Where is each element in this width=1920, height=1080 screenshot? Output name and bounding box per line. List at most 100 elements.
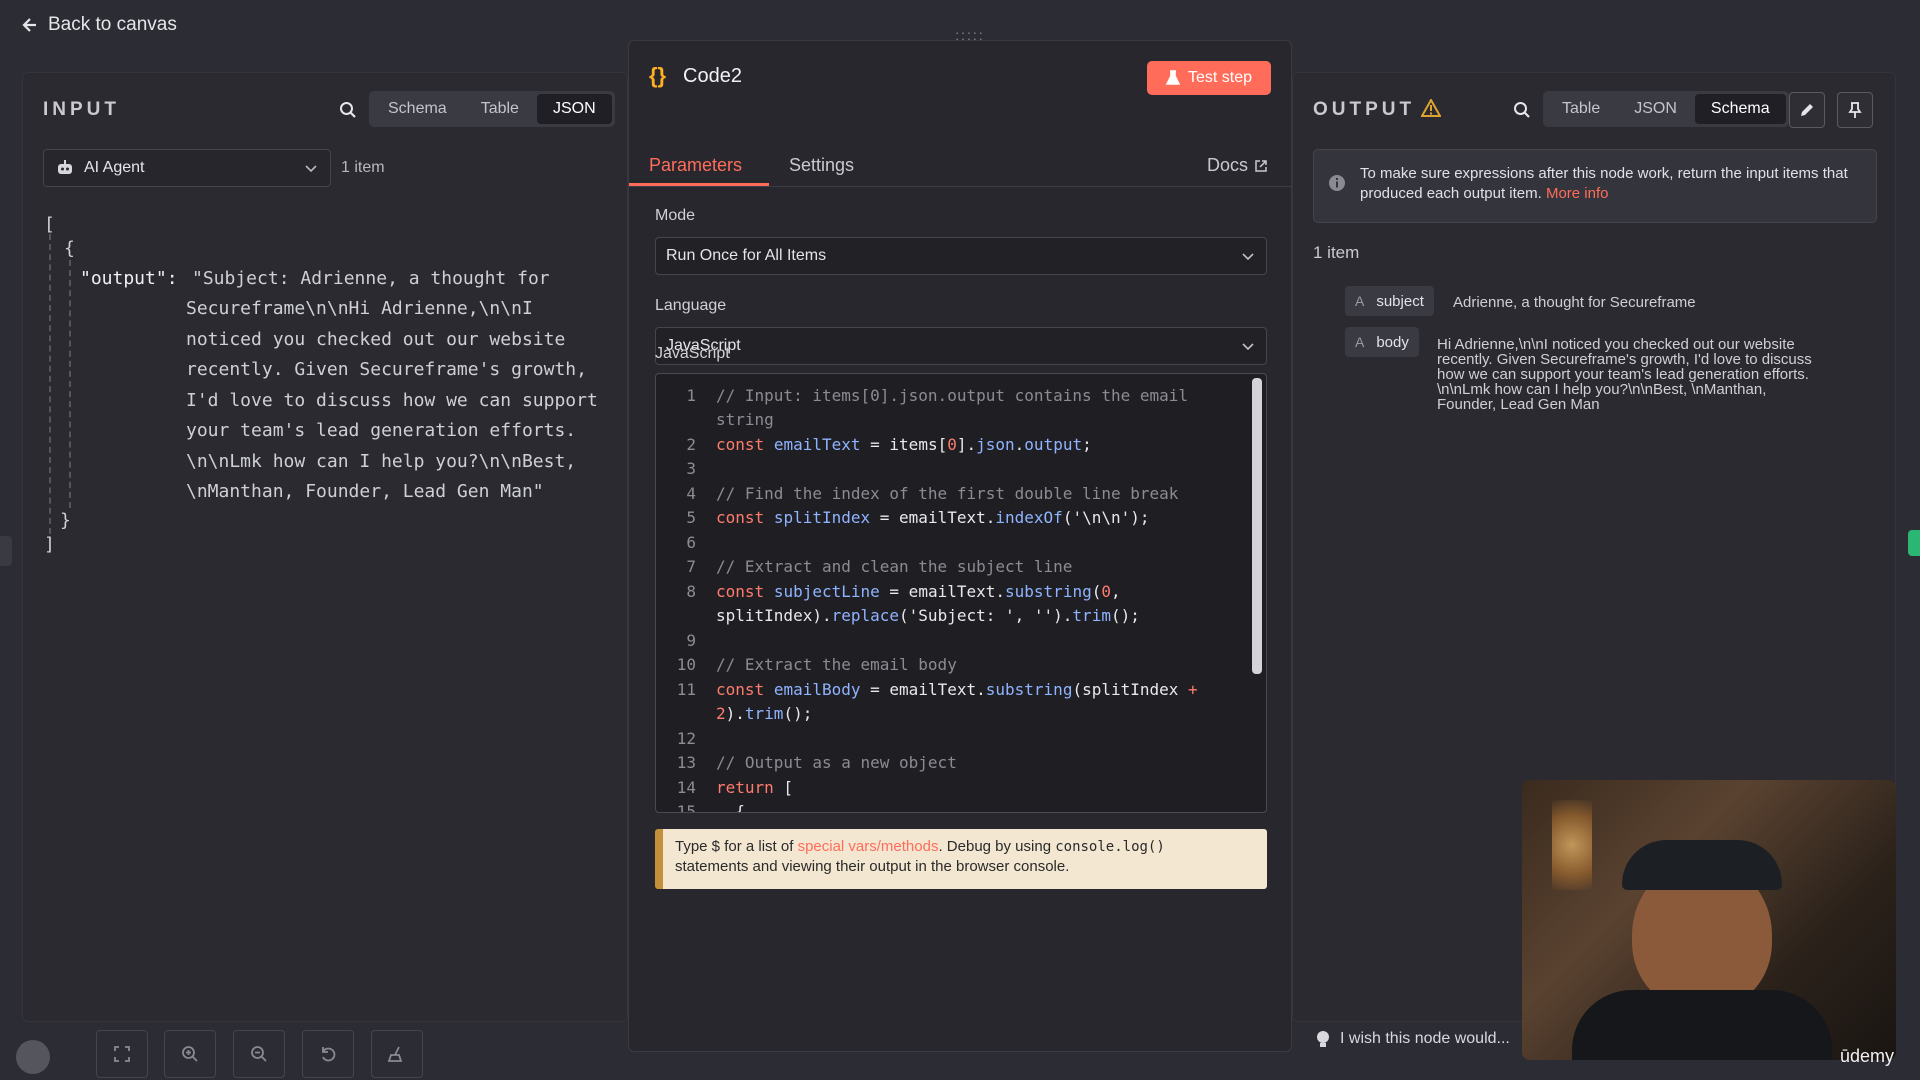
pencil-icon bbox=[1801, 104, 1813, 116]
broom-icon bbox=[387, 1046, 403, 1062]
code-line: return [ bbox=[716, 778, 794, 797]
input-title: INPUT bbox=[43, 99, 120, 120]
right-edge-handle[interactable] bbox=[1908, 530, 1920, 556]
back-to-canvas-link[interactable]: Back to canvas bbox=[20, 14, 177, 36]
external-link-icon bbox=[1255, 159, 1267, 172]
hint-code: console.log() bbox=[1055, 839, 1165, 855]
json-key: "output": bbox=[80, 268, 178, 289]
code-line: const emailText = items[0].json.output; bbox=[716, 435, 1092, 454]
node-tabs: Parameters Settings Docs bbox=[629, 145, 1291, 187]
node-name[interactable]: Code2 bbox=[683, 65, 742, 88]
line-number: 2 bbox=[686, 435, 696, 454]
field-value: Adrienne, a thought for Secureframe bbox=[1453, 294, 1696, 311]
search-icon[interactable] bbox=[333, 95, 363, 125]
code-line: const subjectLine = emailText.substring(… bbox=[716, 582, 1121, 601]
line-number: 6 bbox=[686, 533, 696, 552]
node-feedback-link[interactable]: I wish this node would... bbox=[1316, 1030, 1510, 1048]
field-value-line: recently. Given Secureframe's growth, I'… bbox=[1437, 351, 1812, 368]
input-tab-schema[interactable]: Schema bbox=[372, 94, 463, 124]
line-number: 8 bbox=[686, 582, 696, 601]
json-value-line: Secureframe\n\nHi Adrienne,\n\nI bbox=[186, 298, 533, 319]
json-bracket-close: ] bbox=[44, 534, 55, 555]
line-number: 7 bbox=[686, 557, 696, 576]
hint-text: . Debug by using bbox=[938, 838, 1056, 855]
docs-label: Docs bbox=[1207, 155, 1249, 175]
udemy-logo: ūdemy bbox=[1840, 1046, 1895, 1066]
input-tab-table[interactable]: Table bbox=[465, 94, 535, 124]
tab-settings[interactable]: Settings bbox=[789, 155, 854, 176]
input-source-value: AI Agent bbox=[84, 159, 145, 176]
edit-output-button[interactable] bbox=[1789, 92, 1825, 128]
test-step-button[interactable]: Test step bbox=[1147, 61, 1271, 95]
json-value-line: noticed you checked out our website bbox=[186, 329, 566, 350]
code-line: // Output as a new object bbox=[716, 753, 957, 772]
line-number: 15 bbox=[676, 802, 696, 813]
info-callout: To make sure expressions after this node… bbox=[1313, 149, 1877, 223]
flask-icon bbox=[1165, 70, 1180, 85]
presenter-shirt bbox=[1572, 990, 1832, 1060]
json-indent-guide bbox=[49, 234, 51, 534]
line-number: 13 bbox=[676, 753, 696, 772]
line-number: 3 bbox=[686, 459, 696, 478]
undo-icon bbox=[322, 1047, 336, 1062]
json-value-line: recently. Given Secureframe's growth, bbox=[186, 359, 587, 380]
active-tab-indicator bbox=[629, 183, 769, 186]
arrow-left-icon bbox=[22, 18, 36, 32]
hint-text: Type $ for a list of bbox=[675, 838, 798, 855]
output-view-switch: Table JSON Schema bbox=[1543, 91, 1789, 127]
zoom-in-button[interactable] bbox=[164, 1030, 216, 1078]
code-editor[interactable]: 1 2 3 4 5 6 7 8 9 10 11 12 13 14 15 // I… bbox=[655, 373, 1267, 813]
back-label: Back to canvas bbox=[48, 14, 177, 35]
zoom-out-button[interactable] bbox=[233, 1030, 285, 1078]
output-tab-json[interactable]: JSON bbox=[1618, 94, 1693, 124]
mode-select[interactable]: Run Once for All Items bbox=[655, 237, 1267, 275]
avatar[interactable] bbox=[16, 1040, 50, 1074]
json-value-line: "Subject: Adrienne, a thought for bbox=[192, 268, 550, 289]
line-number: 12 bbox=[676, 729, 696, 748]
line-number: 10 bbox=[676, 655, 696, 674]
node-editor-panel: {} Code2 Test step Parameters Settings D… bbox=[628, 40, 1292, 1052]
fit-view-button[interactable] bbox=[96, 1030, 148, 1078]
code-label: JavaScript bbox=[655, 345, 730, 362]
chevron-down-icon bbox=[1242, 343, 1254, 351]
line-number: 5 bbox=[686, 508, 696, 527]
chevron-down-icon bbox=[305, 165, 317, 173]
output-tab-table[interactable]: Table bbox=[1546, 94, 1616, 124]
code-line: // Extract and clean the subject line bbox=[716, 557, 1073, 576]
editor-scrollbar[interactable] bbox=[1252, 378, 1262, 674]
schema-field-body[interactable]: A body bbox=[1345, 327, 1419, 357]
code-node-icon: {} bbox=[649, 63, 667, 88]
field-value-line: Founder, Lead Gen Man bbox=[1437, 396, 1600, 413]
feedback-label: I wish this node would... bbox=[1340, 1030, 1510, 1047]
line-number: 9 bbox=[686, 631, 696, 650]
docs-link[interactable]: Docs bbox=[1207, 155, 1268, 176]
input-tab-json[interactable]: JSON bbox=[536, 94, 612, 124]
input-source-select[interactable]: AI Agent bbox=[43, 149, 331, 187]
language-select[interactable]: JavaScript bbox=[655, 327, 1267, 365]
webcam-overlay bbox=[1522, 780, 1896, 1060]
tab-parameters[interactable]: Parameters bbox=[649, 155, 742, 176]
output-tab-schema[interactable]: Schema bbox=[1694, 94, 1786, 124]
search-icon[interactable] bbox=[1507, 95, 1537, 125]
tidy-up-button[interactable] bbox=[371, 1030, 423, 1078]
string-type-icon: A bbox=[1355, 334, 1365, 350]
field-value-line: how we can support your team's lead gene… bbox=[1437, 366, 1809, 383]
input-json-view: [ { "output": "Subject: Adrienne, a thou… bbox=[44, 210, 614, 570]
language-label: Language bbox=[655, 297, 727, 314]
mode-value: Run Once for All Items bbox=[666, 247, 827, 264]
line-number: 11 bbox=[676, 680, 696, 699]
field-value-line: \n\nLmk how can I help you?\n\nBest, \nM… bbox=[1437, 381, 1767, 398]
left-edge-handle[interactable] bbox=[0, 536, 12, 566]
pin-output-button[interactable] bbox=[1837, 92, 1873, 128]
schema-field-subject[interactable]: A subject bbox=[1345, 286, 1434, 316]
more-info-link[interactable]: More info bbox=[1546, 185, 1609, 202]
special-vars-link[interactable]: special vars/methods bbox=[798, 838, 939, 855]
lamp-glow bbox=[1552, 800, 1592, 890]
output-item-count: 1 item bbox=[1313, 243, 1360, 262]
code-line: // Extract the email body bbox=[716, 655, 957, 674]
reset-zoom-button[interactable] bbox=[302, 1030, 354, 1078]
zoom-out-icon bbox=[251, 1046, 267, 1062]
presenter-cap bbox=[1622, 840, 1782, 890]
line-number: 1 bbox=[686, 386, 696, 405]
output-title: OUTPUT bbox=[1313, 99, 1416, 120]
